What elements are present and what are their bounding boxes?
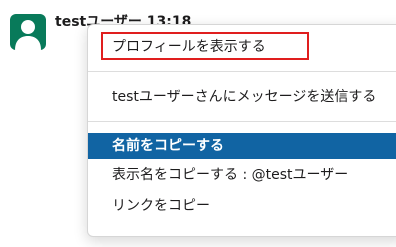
- menu-item-send-message[interactable]: testユーザーさんにメッセージを送信する: [88, 84, 396, 110]
- menu-divider: [88, 121, 396, 122]
- avatar[interactable]: [10, 14, 46, 50]
- menu-item-copy-name[interactable]: 名前をコピーする: [88, 133, 396, 159]
- menu-item-copy-display-name[interactable]: 表示名をコピーする : @testユーザー: [88, 162, 396, 188]
- context-menu: プロフィールを表示する testユーザーさんにメッセージを送信する 名前をコピー…: [87, 24, 396, 237]
- menu-item-copy-link[interactable]: リンクをコピー: [88, 193, 396, 219]
- user-silhouette-icon: [15, 20, 41, 50]
- menu-item-view-profile[interactable]: プロフィールを表示する: [88, 34, 396, 60]
- menu-divider: [88, 71, 396, 72]
